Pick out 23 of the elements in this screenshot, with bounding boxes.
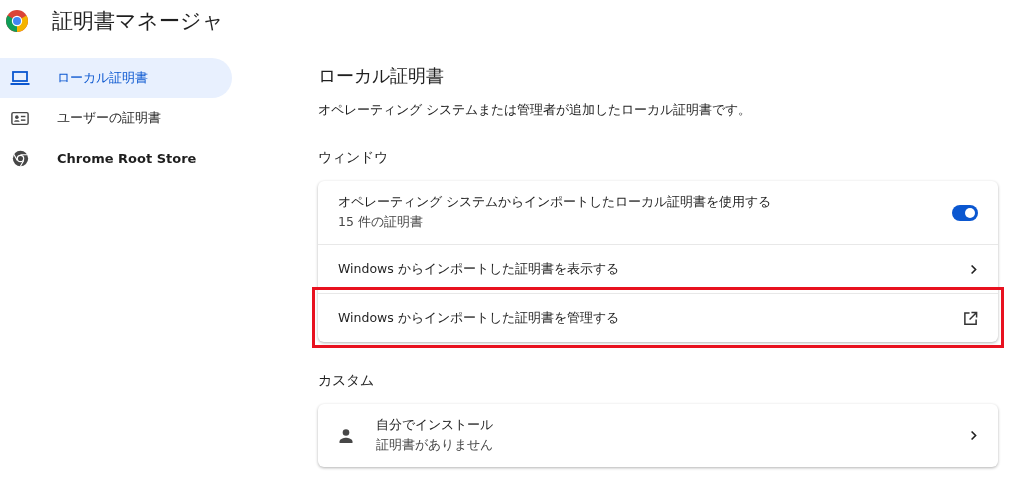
row-sublabel: 15 件の証明書 xyxy=(338,214,424,231)
row-label: Windows からインポートした証明書を管理する xyxy=(338,309,620,327)
page-description: オペレーティング システムまたは管理者が追加したローカル証明書です。 xyxy=(318,102,752,119)
chevron-right-icon xyxy=(970,430,978,441)
app-title: 証明書マネージャ xyxy=(52,8,224,35)
toggle-switch[interactable] xyxy=(952,204,978,221)
sidebar-item[interactable]: ローカル証明書 xyxy=(0,58,232,98)
laptop-icon xyxy=(10,70,30,86)
section-heading: ウィンドウ xyxy=(318,149,389,167)
chrome-icon xyxy=(10,149,30,167)
row-sublabel: 証明書がありません xyxy=(376,437,494,454)
chevron-right-icon xyxy=(970,263,978,275)
sidebar-item[interactable]: Chrome Root Store xyxy=(0,138,232,178)
page-title: ローカル証明書 xyxy=(318,64,445,88)
id-card-icon xyxy=(10,110,30,126)
section-heading: カスタム xyxy=(318,372,375,390)
external-link-icon xyxy=(963,310,978,326)
row-label: 自分でインストール xyxy=(376,417,494,434)
sidebar-item[interactable]: ユーザーの証明書 xyxy=(0,98,232,138)
chrome-logo-icon xyxy=(5,9,29,33)
row-label: オペレーティング システムからインポートしたローカル証明書を使用する xyxy=(338,194,772,211)
row-label: Windows からインポートした証明書を表示する xyxy=(338,260,620,278)
person-icon xyxy=(338,427,354,444)
